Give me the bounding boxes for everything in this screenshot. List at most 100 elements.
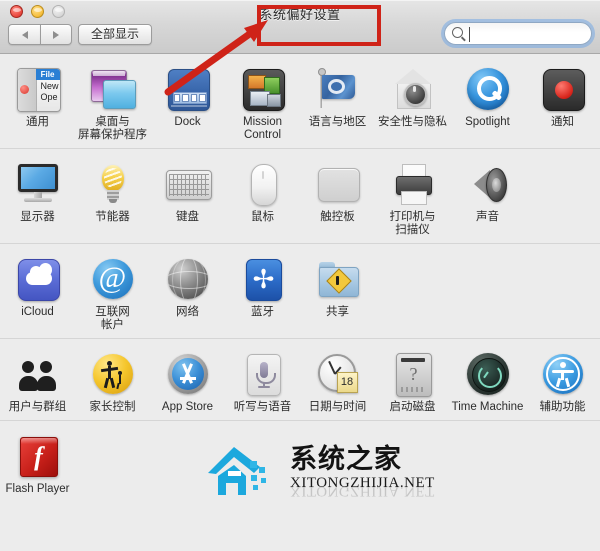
spotlight-icon bbox=[465, 66, 511, 112]
preferences-grid: File New Ope 通用 桌面与 屏幕保护程序 Dock Mission … bbox=[0, 54, 600, 551]
pref-item-keyboard[interactable]: 键盘 bbox=[150, 159, 225, 237]
chevron-right-icon bbox=[53, 30, 59, 39]
pref-item-trackpad[interactable]: 触控板 bbox=[300, 159, 375, 237]
pref-item-spotlight[interactable]: Spotlight bbox=[450, 64, 525, 142]
sound-icon bbox=[465, 161, 511, 207]
startup-disk-icon: ? bbox=[390, 351, 436, 397]
pref-item-label: Spotlight bbox=[465, 116, 510, 128]
parental-controls-icon bbox=[90, 351, 136, 397]
pref-item-label: 声音 bbox=[476, 211, 499, 223]
app-store-icon bbox=[165, 351, 211, 397]
printers-scanners-icon bbox=[390, 161, 436, 207]
pref-item-label: 打印机与 扫描仪 bbox=[389, 211, 436, 236]
pref-item-sound[interactable]: 声音 bbox=[450, 159, 525, 237]
pref-item-dictation-speech[interactable]: 听写与语音 bbox=[225, 349, 300, 414]
calendar-badge: 18 bbox=[336, 372, 358, 393]
pref-item-energy-saver[interactable]: 节能器 bbox=[75, 159, 150, 237]
preferences-row-hardware: 显示器 节能器 键盘 鼠标 触控板 打印机与 扫描仪 声音 bbox=[0, 148, 600, 243]
pref-item-label: 辅助功能 bbox=[539, 401, 586, 413]
pref-item-date-time[interactable]: 18 日期与时间 bbox=[300, 349, 375, 414]
pref-item-label: 家长控制 bbox=[89, 401, 136, 413]
pref-item-label: 听写与语音 bbox=[233, 401, 292, 413]
back-button[interactable] bbox=[8, 24, 40, 45]
pref-item-label: 日期与时间 bbox=[308, 401, 367, 413]
notifications-icon bbox=[540, 66, 586, 112]
search-field-container[interactable] bbox=[444, 22, 592, 45]
pref-item-label: 通用 bbox=[26, 116, 49, 128]
pref-item-label: 节能器 bbox=[95, 211, 130, 223]
pref-item-label: 用户与群组 bbox=[8, 401, 67, 413]
pref-item-label: 鼠标 bbox=[251, 211, 274, 223]
displays-icon bbox=[15, 161, 61, 207]
forward-button[interactable] bbox=[40, 24, 72, 45]
mission-control-icon bbox=[240, 66, 286, 112]
security-privacy-icon bbox=[390, 66, 436, 112]
window-titlebar: 系统偏好设置 全部显示 bbox=[0, 0, 600, 54]
pref-item-label: Time Machine bbox=[451, 401, 524, 413]
system-preferences-window: 系统偏好设置 全部显示 File New Ope 通用 桌面与 屏幕保护程序 D… bbox=[0, 0, 600, 551]
icloud-icon bbox=[15, 256, 61, 302]
pref-item-flash-player[interactable]: f Flash Player bbox=[0, 431, 75, 496]
pref-item-dock[interactable]: Dock bbox=[150, 64, 225, 142]
pref-item-label: 触控板 bbox=[320, 211, 355, 223]
pref-item-app-store[interactable]: App Store bbox=[150, 349, 225, 414]
language-region-icon bbox=[315, 66, 361, 112]
pref-item-security-privacy[interactable]: 安全性与隐私 bbox=[375, 64, 450, 142]
pref-item-sharing[interactable]: 共享 bbox=[300, 254, 375, 332]
general-icon: File New Ope bbox=[15, 66, 61, 112]
date-time-icon: 18 bbox=[315, 351, 361, 397]
pref-item-parental-controls[interactable]: 家长控制 bbox=[75, 349, 150, 414]
pref-item-label: 显示器 bbox=[20, 211, 55, 223]
window-title: 系统偏好设置 bbox=[259, 7, 341, 22]
flash-player-icon: f bbox=[15, 433, 61, 479]
pref-item-general[interactable]: File New Ope 通用 bbox=[0, 64, 75, 142]
bluetooth-icon: ✢ bbox=[240, 256, 286, 302]
pref-item-label: Dock bbox=[174, 116, 201, 128]
search-input[interactable] bbox=[471, 25, 585, 44]
pref-item-label: 网络 bbox=[176, 306, 199, 318]
pref-item-users-groups[interactable]: 用户与群组 bbox=[0, 349, 75, 414]
search-icon bbox=[452, 27, 463, 38]
pref-item-time-machine[interactable]: Time Machine bbox=[450, 349, 525, 414]
mouse-icon bbox=[240, 161, 286, 207]
pref-item-label: Mission Control bbox=[243, 116, 282, 141]
pref-item-icloud[interactable]: iCloud bbox=[0, 254, 75, 332]
pref-item-notifications[interactable]: 通知 bbox=[525, 64, 600, 142]
pref-item-label: 安全性与隐私 bbox=[378, 116, 447, 128]
dock-icon bbox=[165, 66, 211, 112]
preferences-row-personal: File New Ope 通用 桌面与 屏幕保护程序 Dock Mission … bbox=[0, 54, 600, 148]
pref-item-label: App Store bbox=[161, 401, 214, 413]
preferences-row-system: 用户与群组 家长控制 App Store 听写与语音 18 日期与时间 ? 启动… bbox=[0, 338, 600, 420]
pref-item-internet-accounts[interactable]: @ 互联网 帐户 bbox=[75, 254, 150, 332]
preferences-row-internet: iCloud @ 互联网 帐户 网络 ✢ 蓝牙 共享 bbox=[0, 243, 600, 338]
pref-item-label: 启动磁盘 bbox=[389, 401, 436, 413]
pref-item-label: Flash Player bbox=[5, 483, 70, 495]
energy-saver-icon bbox=[90, 161, 136, 207]
pref-item-accessibility[interactable]: 辅助功能 bbox=[525, 349, 600, 414]
pref-item-mouse[interactable]: 鼠标 bbox=[225, 159, 300, 237]
desktop-screensaver-icon bbox=[90, 66, 136, 112]
trackpad-icon bbox=[315, 161, 361, 207]
pref-item-desktop-screensaver[interactable]: 桌面与 屏幕保护程序 bbox=[75, 64, 150, 142]
network-icon bbox=[165, 256, 211, 302]
pref-item-language-region[interactable]: 语言与地区 bbox=[300, 64, 375, 142]
search-field[interactable] bbox=[444, 22, 592, 45]
pref-item-label: 键盘 bbox=[176, 211, 199, 223]
pref-item-mission-control[interactable]: Mission Control bbox=[225, 64, 300, 142]
pref-item-network[interactable]: 网络 bbox=[150, 254, 225, 332]
pref-item-label: 互联网 帐户 bbox=[95, 306, 130, 331]
show-all-button[interactable]: 全部显示 bbox=[78, 24, 153, 45]
sharing-icon bbox=[315, 256, 361, 302]
pref-item-label: 通知 bbox=[551, 116, 574, 128]
dictation-speech-icon bbox=[240, 351, 286, 397]
pref-item-displays[interactable]: 显示器 bbox=[0, 159, 75, 237]
time-machine-icon bbox=[465, 351, 511, 397]
text-caret bbox=[469, 27, 470, 42]
pref-item-bluetooth[interactable]: ✢ 蓝牙 bbox=[225, 254, 300, 332]
navigation-buttons bbox=[8, 24, 72, 45]
keyboard-icon bbox=[165, 161, 212, 207]
pref-item-startup-disk[interactable]: ? 启动磁盘 bbox=[375, 349, 450, 414]
pref-item-label: 语言与地区 bbox=[308, 116, 367, 128]
pref-item-label: 桌面与 屏幕保护程序 bbox=[78, 116, 147, 141]
pref-item-printers-scanners[interactable]: 打印机与 扫描仪 bbox=[375, 159, 450, 237]
